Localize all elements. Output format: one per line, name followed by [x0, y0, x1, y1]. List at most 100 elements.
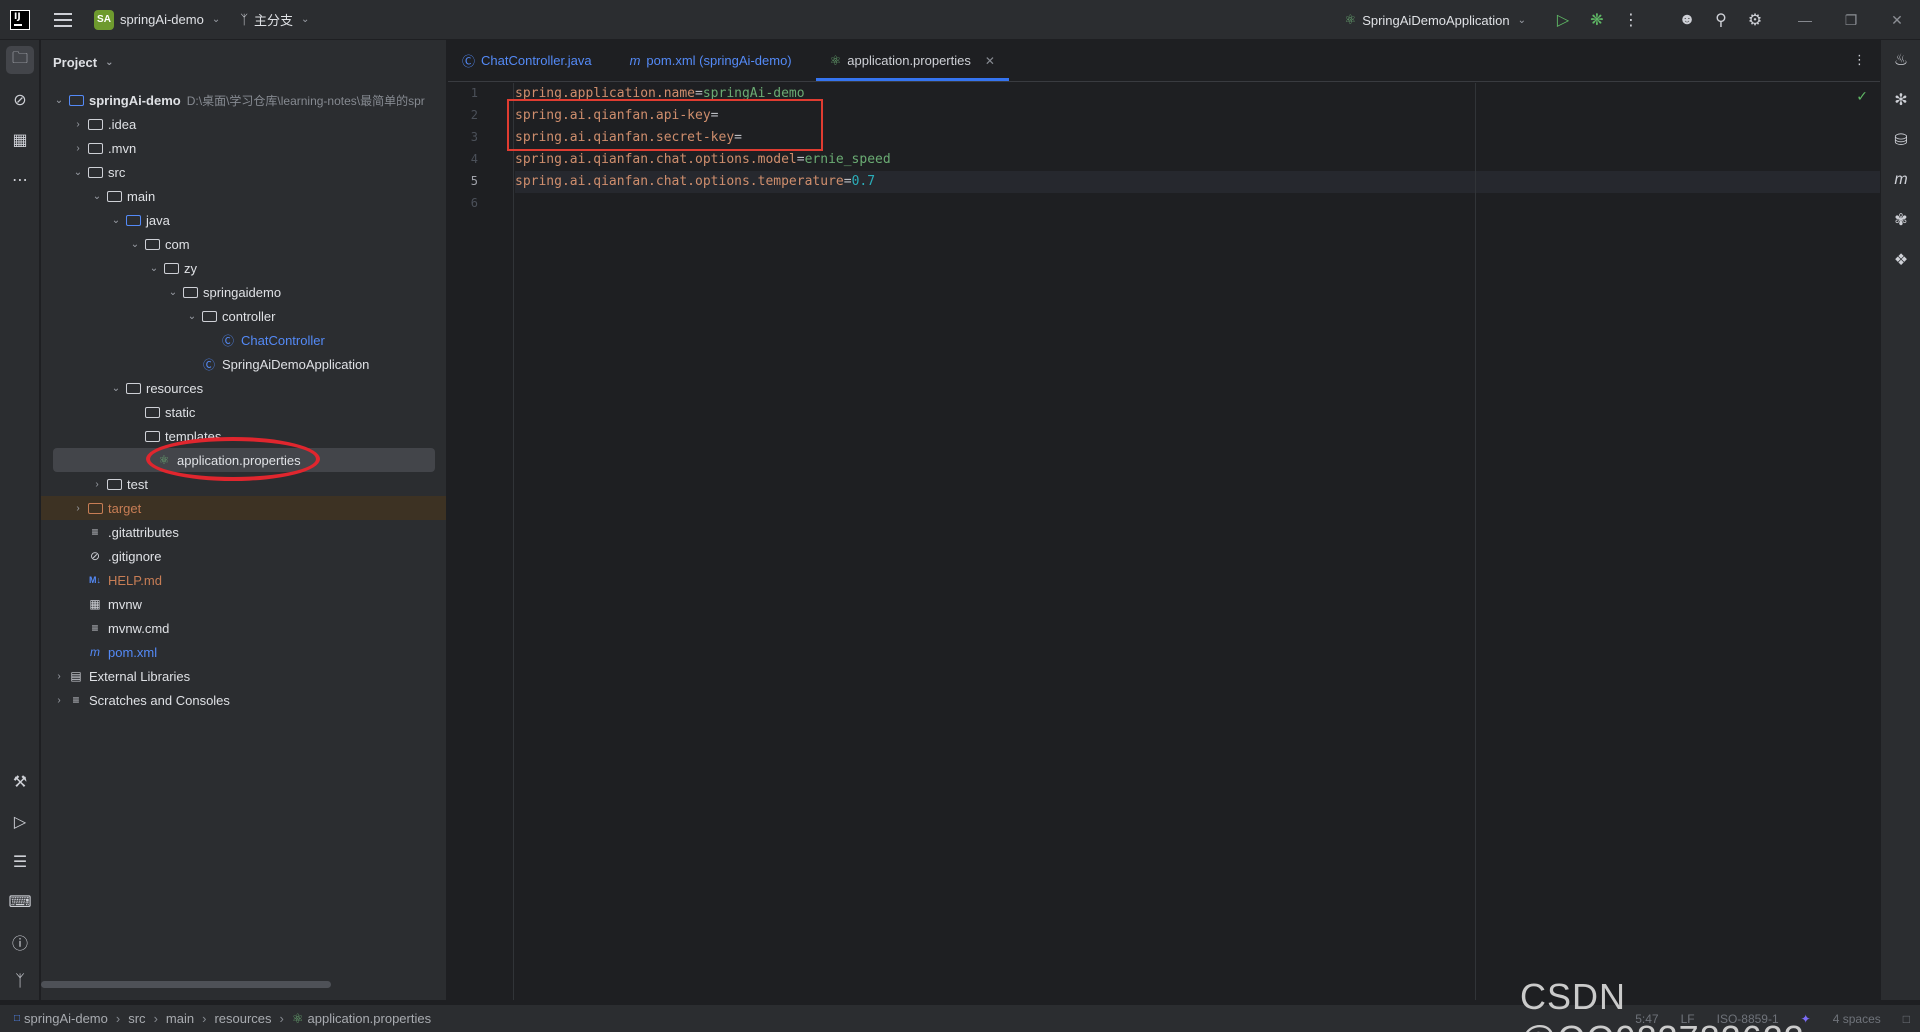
add-user-icon[interactable]: ☻ — [1670, 0, 1704, 40]
branch-switcher[interactable]: ᛉ 主分支 ⌄ — [240, 10, 309, 29]
breadcrumb-label: main — [165, 1011, 195, 1026]
close-window-icon[interactable]: ✕ — [1874, 0, 1920, 40]
no-problems-check-icon[interactable]: ✓ — [1856, 88, 1868, 105]
editor-tabs: Ⓒ ChatController.java m pom.xml (springA… — [448, 40, 1880, 82]
tree-item-test[interactable]: › test — [41, 472, 446, 496]
terminal-icon[interactable]: ⌨ — [6, 888, 34, 916]
project-folder-icon[interactable]: 🗀 — [6, 46, 34, 74]
tree-item-springaidemo[interactable]: ⌄ springaidemo — [41, 280, 446, 304]
structure-icon[interactable]: ▦ — [6, 126, 34, 154]
main-menu-icon[interactable] — [54, 12, 72, 27]
breadcrumb-main[interactable]: main — [166, 1011, 194, 1026]
property-value: ernie_speed — [804, 152, 891, 167]
tree-item-mvnw[interactable]: ▦ mvnw — [41, 592, 446, 616]
tree-item-mvnw-cmd[interactable]: ≡ mvnw.cmd — [41, 616, 446, 640]
tree-label: com — [165, 236, 190, 252]
notifications-bell-icon[interactable]: ♨ — [1887, 46, 1915, 74]
tree-label: .gitignore — [108, 548, 162, 564]
folder-icon — [86, 165, 104, 179]
code-line-current[interactable]: spring.ai.qianfan.chat.options.temperatu… — [515, 171, 1880, 193]
build-hammer-icon[interactable]: ⚒ — [6, 768, 34, 796]
tree-item-external-libraries[interactable]: › ▤ External Libraries — [41, 664, 446, 688]
close-tab-icon[interactable]: ✕ — [985, 54, 995, 68]
tree-item-gitattributes[interactable]: ≡ .gitattributes — [41, 520, 446, 544]
maven-file-icon: m — [629, 53, 641, 68]
tree-item-static[interactable]: static — [41, 400, 446, 424]
project-panel-header[interactable]: Project ⌄ — [41, 40, 446, 84]
debug-icon[interactable]: ❋ — [1580, 0, 1614, 40]
text-file-icon: ≡ — [91, 525, 99, 539]
ignore-file-icon: ⊘ — [89, 549, 101, 563]
code-line[interactable] — [515, 193, 1880, 215]
tree-item-templates[interactable]: templates — [41, 424, 446, 448]
tree-item-src[interactable]: ⌄ src — [41, 160, 446, 184]
tree-item-help-md[interactable]: M↓ HELP.md — [41, 568, 446, 592]
tree-item-scratches[interactable]: › ≡ Scratches and Consoles — [41, 688, 446, 712]
code-editor[interactable]: spring.application.name=springAi-demo sp… — [515, 83, 1880, 1000]
property-key: spring.ai.qianfan.chat.options.model — [515, 152, 797, 167]
more-tools-icon[interactable]: ⋯ — [6, 166, 34, 194]
breadcrumb-project[interactable]: □ springAi-demo — [14, 1011, 108, 1026]
restore-icon[interactable]: ❐ — [1828, 0, 1874, 40]
tab-application-properties[interactable]: ⚛ application.properties ✕ — [815, 40, 1010, 81]
markdown-file-icon: M↓ — [89, 575, 101, 585]
plugin-icon[interactable]: ❖ — [1887, 246, 1915, 274]
tree-item-controller[interactable]: ⌄ controller — [41, 304, 446, 328]
code-line[interactable]: spring.application.name=springAi-demo — [515, 83, 1880, 105]
breadcrumb-src[interactable]: src — [128, 1011, 145, 1026]
horizontal-scrollbar[interactable] — [41, 981, 331, 988]
maven-icon[interactable]: m — [1887, 166, 1915, 194]
tab-pom-xml[interactable]: m pom.xml (springAi-demo) — [616, 40, 806, 81]
code-line[interactable]: spring.ai.qianfan.secret-key= — [515, 127, 1880, 149]
run-icon[interactable]: ▷ — [1546, 0, 1580, 40]
endpoints-icon[interactable]: ✾ — [1887, 206, 1915, 234]
minimize-icon[interactable]: — — [1782, 0, 1828, 40]
tab-options-icon[interactable]: ⋮ — [1853, 52, 1866, 68]
tree-label: External Libraries — [89, 668, 191, 684]
tree-item-springaidemoapplication[interactable]: Ⓒ SpringAiDemoApplication — [41, 352, 446, 376]
breadcrumb-resources[interactable]: resources — [214, 1011, 271, 1026]
tree-item-java[interactable]: ⌄ java — [41, 208, 446, 232]
tree-item-chatcontroller[interactable]: Ⓒ ChatController — [41, 328, 446, 352]
tree-item-zy[interactable]: ⌄ zy — [41, 256, 446, 280]
equals-sign: = — [734, 130, 742, 145]
layers-icon[interactable]: ☰ — [6, 848, 34, 876]
problems-icon[interactable]: ⓘ — [6, 928, 34, 956]
text-file-icon: ≡ — [91, 621, 99, 635]
run-services-icon[interactable]: ▷ — [6, 808, 34, 836]
equals-sign: = — [843, 174, 852, 189]
tree-item-application-properties[interactable]: ⚛ application.properties — [53, 448, 435, 472]
tree-item-idea[interactable]: › .idea — [41, 112, 446, 136]
tab-label: ChatController.java — [481, 53, 592, 68]
database-icon[interactable]: ⛁ — [1887, 126, 1915, 154]
chevron-right-icon: › — [76, 118, 80, 130]
code-line[interactable]: spring.ai.qianfan.api-key= — [515, 105, 1880, 127]
tree-item-target[interactable]: › target — [41, 496, 446, 520]
git-icon[interactable]: ᛉ — [6, 968, 34, 996]
tree-label: test — [127, 476, 148, 492]
property-key: spring.ai.qianfan.chat.options.temperatu… — [515, 174, 844, 189]
tree-item-main[interactable]: ⌄ main — [41, 184, 446, 208]
folder-icon — [86, 117, 104, 131]
tree-item-resources[interactable]: ⌄ resources — [41, 376, 446, 400]
more-actions-icon[interactable]: ⋮ — [1614, 0, 1648, 40]
intellij-logo-icon[interactable]: IJ — [10, 9, 30, 30]
tree-item-com[interactable]: ⌄ com — [41, 232, 446, 256]
run-config-selector[interactable]: ⚛ SpringAiDemoApplication ⌄ — [1345, 12, 1526, 28]
settings-gear-icon[interactable]: ⚙ — [1738, 0, 1772, 40]
search-icon[interactable]: ⚲ — [1704, 0, 1738, 40]
tree-root[interactable]: ⌄ springAi-demo D:\桌面\学习仓库\learning-note… — [41, 88, 446, 112]
title-bar: IJ SA springAi-demo ⌄ ᛉ 主分支 ⌄ ⚛ SpringAi… — [0, 0, 1920, 40]
code-line[interactable]: spring.ai.qianfan.chat.options.model=ern… — [515, 149, 1880, 171]
tree-item-pom-xml[interactable]: m pom.xml — [41, 640, 446, 664]
right-margin-guide — [1475, 83, 1476, 1000]
equals-sign: = — [695, 86, 703, 101]
project-switcher[interactable]: SA springAi-demo ⌄ — [94, 9, 220, 30]
tree-item-mvn[interactable]: › .mvn — [41, 136, 446, 160]
tree-label: templates — [165, 428, 222, 444]
tree-item-gitignore[interactable]: ⊘ .gitignore — [41, 544, 446, 568]
commit-icon[interactable]: ⊘ — [6, 86, 34, 114]
tab-chatcontroller[interactable]: Ⓒ ChatController.java — [448, 40, 606, 81]
ai-assistant-icon[interactable]: ✻ — [1887, 86, 1915, 114]
breadcrumb-file[interactable]: ⚛ application.properties — [292, 1011, 431, 1027]
